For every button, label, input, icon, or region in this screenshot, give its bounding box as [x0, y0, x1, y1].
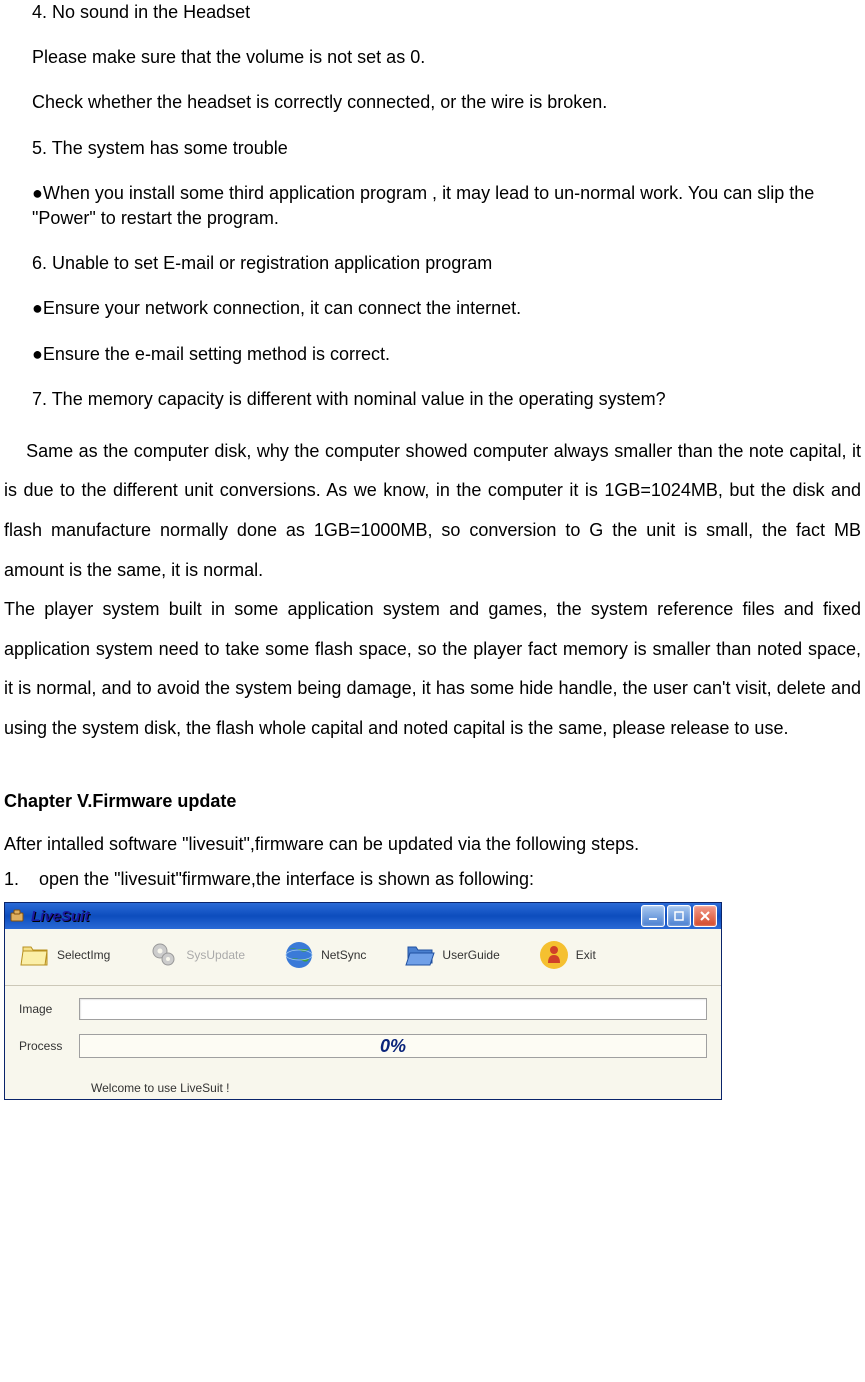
q4-title: 4. No sound in the Headset [32, 0, 861, 25]
maximize-button[interactable] [667, 905, 691, 927]
chapter-intro: After intalled software "livesuit",firmw… [4, 832, 861, 857]
q6-bullet1: ●Ensure your network connection, it can … [32, 296, 861, 321]
q4-line2: Check whether the headset is correctly c… [32, 90, 861, 115]
titlebar: LiveSuit [5, 903, 721, 929]
image-label: Image [19, 1001, 79, 1018]
close-button[interactable] [693, 905, 717, 927]
app-icon [9, 908, 25, 924]
q6-bullet2: ●Ensure the e-mail setting method is cor… [32, 342, 861, 367]
netsync-button[interactable]: NetSync [283, 939, 366, 971]
process-label: Process [19, 1038, 79, 1055]
progress-value: 0% [380, 1034, 406, 1059]
image-path-input[interactable] [79, 998, 707, 1020]
q5-title: 5. The system has some trouble [32, 136, 861, 161]
step1: 1. open the "livesuit"firmware,the inter… [4, 867, 861, 892]
status-bar: Welcome to use LiveSuit ! [5, 1076, 721, 1099]
progress-bar: 0% [79, 1034, 707, 1058]
titlebar-title: LiveSuit [31, 906, 89, 927]
q7-title: 7. The memory capacity is different with… [32, 387, 861, 412]
livesuit-window: LiveSuit [4, 902, 722, 1100]
q4-line1: Please make sure that the volume is not … [32, 45, 861, 70]
minimize-button[interactable] [641, 905, 665, 927]
gear-icon [148, 939, 180, 971]
selectimg-button[interactable]: SelectImg [19, 939, 110, 971]
folder-icon [19, 939, 51, 971]
userguide-button[interactable]: UserGuide [404, 939, 499, 971]
q7-para2: The player system built in some applicat… [4, 590, 861, 748]
q5-bullet: ●When you install some third application… [32, 181, 861, 231]
exit-button[interactable]: Exit [538, 939, 596, 971]
toolbar: SelectImg SysUpdate [5, 929, 721, 986]
q6-title: 6. Unable to set E-mail or registration … [32, 251, 861, 276]
person-icon [538, 939, 570, 971]
sysupdate-button: SysUpdate [148, 939, 245, 971]
folder-open-icon [404, 939, 436, 971]
chapter-title: Chapter V.Firmware update [4, 789, 861, 814]
q7-para1: Same as the computer disk, why the compu… [4, 432, 861, 590]
globe-icon [283, 939, 315, 971]
